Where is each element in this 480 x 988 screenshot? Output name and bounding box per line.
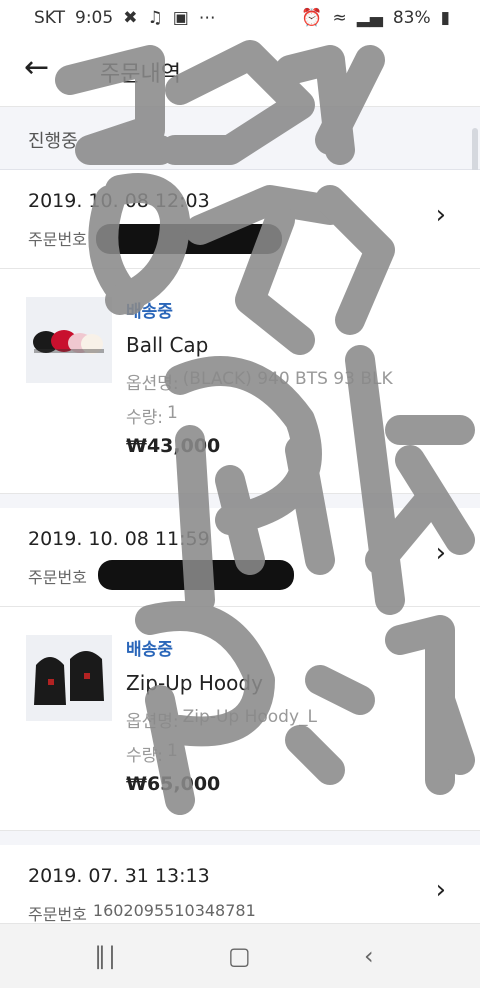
status-left: SKT 9:05 ✖ ♫ ▣ ⋯ (34, 8, 216, 28)
order-date: 2019. 10. 08 12:03 (28, 190, 210, 212)
back-arrow-icon[interactable]: ← (24, 50, 49, 85)
battery-percent: 83% (392, 8, 431, 28)
recent-apps-icon[interactable]: ∥∣ (94, 942, 118, 970)
quantity-label: 수량: (126, 746, 164, 766)
order-number-row: 주문번호 (28, 226, 93, 250)
home-icon[interactable]: ▢ (228, 942, 251, 970)
item-name: Ball Cap (126, 333, 209, 357)
section-label: 진행중 (28, 131, 78, 152)
quantity-value: 1 (167, 403, 178, 423)
option-label: 옵션명: (126, 712, 179, 732)
hoody-image (26, 635, 112, 721)
order-header[interactable]: 2019. 10. 08 11:59 주문번호 › (0, 508, 480, 606)
carrier-label: SKT (34, 8, 66, 28)
item-option: 옵션명: Zip-Up Hoody_L (126, 707, 317, 732)
battery-icon: ▮ (440, 8, 450, 28)
android-nav-bar: ∥∣ ▢ ‹ (0, 923, 480, 988)
item-quantity: 수량: 1 (126, 741, 178, 766)
more-notifications-icon: ⋯ (198, 8, 216, 28)
pill-icon: ✖ (123, 8, 138, 28)
item-status: 배송중 (126, 640, 173, 660)
chevron-right-icon[interactable]: › (436, 200, 446, 230)
alarm-icon: ⏰ (301, 8, 323, 28)
item-option: 옵션명: (BLACK) 940 BTS 93 BLK (126, 369, 393, 394)
product-image-ball-cap[interactable] (26, 297, 112, 383)
order-item[interactable]: 배송중 Ball Cap 옵션명: (BLACK) 940 BTS 93 BLK… (0, 269, 480, 493)
order-date: 2019. 07. 31 13:13 (28, 865, 210, 887)
page-title: 주문내역 (100, 62, 181, 87)
music-icon: ♫ (147, 8, 163, 28)
instagram-icon: ▣ (172, 8, 189, 28)
section-header: 진행중 (0, 107, 480, 170)
order-number-value: 1602095510348781 (92, 901, 256, 920)
quantity-label: 수량: (126, 408, 164, 428)
item-name: Zip-Up Hoody (126, 671, 263, 695)
signal-icon: ▂▄ (356, 8, 383, 28)
order-number-label: 주문번호 (28, 230, 87, 249)
redaction-mark (98, 560, 294, 590)
product-image-zip-up-hoody[interactable] (26, 635, 112, 721)
order-separator (0, 830, 480, 846)
app-header: ← 주문내역 (0, 36, 480, 107)
chevron-right-icon[interactable]: › (436, 538, 446, 568)
order-number-row: 주문번호 (28, 564, 93, 588)
nav-back-icon[interactable]: ‹ (364, 942, 374, 970)
ball-cap-image (26, 297, 112, 383)
status-bar: SKT 9:05 ✖ ♫ ▣ ⋯ ⏰ ≈ ▂▄ 83% ▮ (0, 0, 480, 36)
quantity-value: 1 (167, 741, 178, 761)
clock: 9:05 (75, 8, 114, 28)
status-right: ⏰ ≈ ▂▄ 83% ▮ (301, 8, 450, 28)
chevron-right-icon[interactable]: › (436, 875, 446, 905)
order-number-row: 주문번호 1602095510348781 (28, 901, 256, 925)
wifi-icon: ≈ (332, 8, 347, 28)
option-label: 옵션명: (126, 374, 179, 394)
order-separator (0, 493, 480, 509)
order-header[interactable]: 2019. 10. 08 12:03 주문번호 › (0, 170, 480, 268)
order-header[interactable]: 2019. 07. 31 13:13 주문번호 1602095510348781… (0, 845, 480, 925)
item-price: ₩65,000 (126, 773, 221, 795)
item-status: 배송중 (126, 302, 173, 322)
order-number-label: 주문번호 (28, 568, 87, 587)
option-value: Zip-Up Hoody_L (182, 707, 317, 727)
item-price: ₩43,000 (126, 435, 221, 457)
order-date: 2019. 10. 08 11:59 (28, 528, 210, 550)
order-number-label: 주문번호 (28, 905, 87, 924)
redaction-mark (96, 224, 282, 254)
option-value: (BLACK) 940 BTS 93 BLK (182, 369, 393, 389)
order-item[interactable]: 배송중 Zip-Up Hoody 옵션명: Zip-Up Hoody_L 수량:… (0, 607, 480, 831)
item-quantity: 수량: 1 (126, 403, 178, 428)
